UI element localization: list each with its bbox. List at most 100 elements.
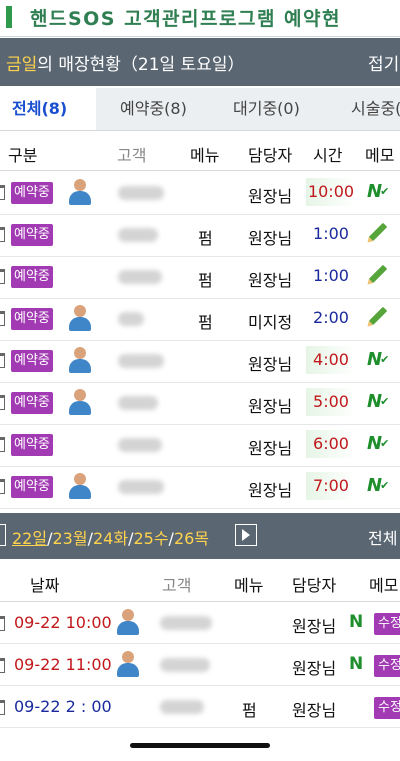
title-accent-bar [6, 6, 12, 28]
trash-icon[interactable] [0, 700, 5, 715]
menu-cell: 펌 [198, 229, 213, 248]
staff-cell: 원장님 [248, 187, 293, 206]
customer-name-blurred [118, 270, 162, 284]
edit-button[interactable]: 수정 [374, 613, 400, 635]
time-cell: 1:00 [313, 266, 349, 285]
new-memo-icon[interactable]: N [349, 612, 363, 632]
new-memo-icon[interactable]: N [349, 654, 363, 674]
trash-icon[interactable] [0, 269, 5, 284]
today-table-header: 구분 고객 메뉴 담당자 시간 메모 [0, 134, 400, 171]
prev-dates-button[interactable] [0, 524, 6, 546]
edit-button[interactable]: 수정 [374, 697, 400, 719]
col-menu-2: 메뉴 [234, 576, 264, 595]
table-row[interactable]: 예약중 펌 원장님 1:00 [0, 256, 400, 299]
date-23[interactable]: 23월 [52, 529, 87, 548]
status-badge: 예약중 [11, 266, 53, 288]
trash-icon[interactable] [0, 658, 5, 673]
staff-cell: 원장님 [248, 355, 293, 374]
trash-icon[interactable] [0, 185, 5, 200]
staff-cell: 원장님 [292, 617, 337, 636]
customer-name-blurred [118, 438, 162, 452]
app-title-bar: 핸드SOS 고객관리프로그램 예약현 [0, 0, 400, 37]
trash-icon[interactable] [0, 616, 5, 631]
table-row[interactable]: 09-22 11:00 원장님 N 수정 [0, 645, 400, 686]
next-dates-button[interactable] [235, 524, 257, 546]
edit-button[interactable]: 수정 [374, 655, 400, 677]
customer-name-blurred [118, 396, 158, 410]
status-badge: 예약중 [11, 392, 53, 414]
col-memo: 메모 [365, 146, 395, 165]
tab-waiting[interactable]: 대기중(0) [233, 88, 300, 130]
col-type: 구분 [8, 146, 38, 165]
staff-cell: 원장님 [248, 481, 293, 500]
trash-icon[interactable] [0, 395, 5, 410]
new-memo-icon[interactable]: N✔ [367, 181, 389, 202]
trash-icon[interactable] [0, 437, 5, 452]
avatar-icon [68, 346, 92, 374]
status-badge: 예약중 [11, 182, 53, 204]
status-header: 금일의 매장현황（21일 토요일） 접기 [0, 38, 400, 86]
tab-all[interactable]: 전체(8) [0, 88, 96, 130]
table-row[interactable]: 예약중 원장님 6:00 N✔ [0, 424, 400, 467]
col-customer-2: 고객 [162, 576, 192, 595]
table-row[interactable]: 09-22 10:00 원장님 N 수정 [0, 603, 400, 644]
customer-name-blurred [118, 480, 164, 494]
menu-cell: 펌 [198, 313, 213, 332]
col-menu: 메뉴 [190, 146, 220, 165]
trash-icon[interactable] [0, 227, 5, 242]
date-22[interactable]: 22일 [12, 529, 47, 548]
menu-cell: 펌 [242, 701, 257, 720]
status-badge: 예약중 [11, 476, 53, 498]
staff-cell: 원장님 [292, 659, 337, 678]
table-row[interactable]: 09-22 2 : 00 펌 원장님 수정 [0, 687, 400, 728]
collapse-button[interactable]: 접기 [368, 50, 399, 75]
avatar-icon [68, 472, 92, 500]
table-row[interactable]: 예약중 원장님 4:00 N✔ [0, 340, 400, 383]
col-staff-2: 담당자 [292, 576, 337, 595]
staff-cell: 원장님 [292, 701, 337, 720]
all-dates-button[interactable]: 전체 [368, 525, 397, 549]
tab-in-service[interactable]: 시술중( [351, 88, 400, 130]
status-header-text: 의 매장현황（21일 토요일） [37, 55, 245, 75]
col-staff: 담당자 [248, 146, 293, 165]
date-24[interactable]: 24화 [93, 529, 128, 548]
pencil-icon[interactable] [368, 264, 388, 284]
new-memo-icon[interactable]: N✔ [367, 433, 389, 454]
status-header-title: 금일의 매장현황（21일 토요일） [6, 50, 244, 75]
table-row[interactable]: 예약중 펌 미지정 2:00 [0, 298, 400, 341]
time-cell: 1:00 [313, 224, 349, 243]
table-row[interactable]: 예약중 원장님 7:00 N✔ [0, 466, 400, 509]
table-row[interactable]: 예약중 원장님 5:00 N✔ [0, 382, 400, 425]
col-memo-2: 메모 [369, 576, 399, 595]
status-badge: 예약중 [11, 434, 53, 456]
time-cell: 2:00 [313, 308, 349, 327]
time-cell: 6:00 [306, 430, 356, 458]
customer-name-blurred [160, 700, 204, 714]
date-25[interactable]: 25수 [133, 529, 168, 548]
trash-icon[interactable] [0, 479, 5, 494]
status-tabs: 전체(8) 예약중(8) 대기중(0) 시술중( [0, 88, 400, 131]
customer-name-blurred [118, 228, 158, 242]
trash-icon[interactable] [0, 311, 5, 326]
customer-name-blurred [118, 186, 164, 200]
date-26[interactable]: 26목 [174, 529, 209, 548]
datetime-cell: 09-22 10:00 [14, 613, 112, 632]
tab-reserved[interactable]: 예약중(8) [120, 88, 187, 130]
avatar-icon [68, 304, 92, 332]
customer-name-blurred [160, 616, 212, 630]
staff-cell: 원장님 [248, 439, 293, 458]
table-row[interactable]: 예약중 펌 원장님 1:00 [0, 214, 400, 257]
customer-name-blurred [118, 354, 164, 368]
time-cell: 4:00 [306, 346, 356, 374]
new-memo-icon[interactable]: N✔ [367, 349, 389, 370]
staff-cell: 원장님 [248, 397, 293, 416]
home-indicator [130, 743, 270, 748]
pencil-icon[interactable] [368, 222, 388, 242]
new-memo-icon[interactable]: N✔ [367, 391, 389, 412]
today-label: 금일 [6, 55, 38, 75]
table-row[interactable]: 예약중 원장님 10:00 N✔ [0, 172, 400, 215]
trash-icon[interactable] [0, 353, 5, 368]
new-memo-icon[interactable]: N✔ [367, 475, 389, 496]
date-navigation-bar: 22일/23월/24화/25수/26목 전체 [0, 513, 400, 559]
pencil-icon[interactable] [368, 306, 388, 326]
